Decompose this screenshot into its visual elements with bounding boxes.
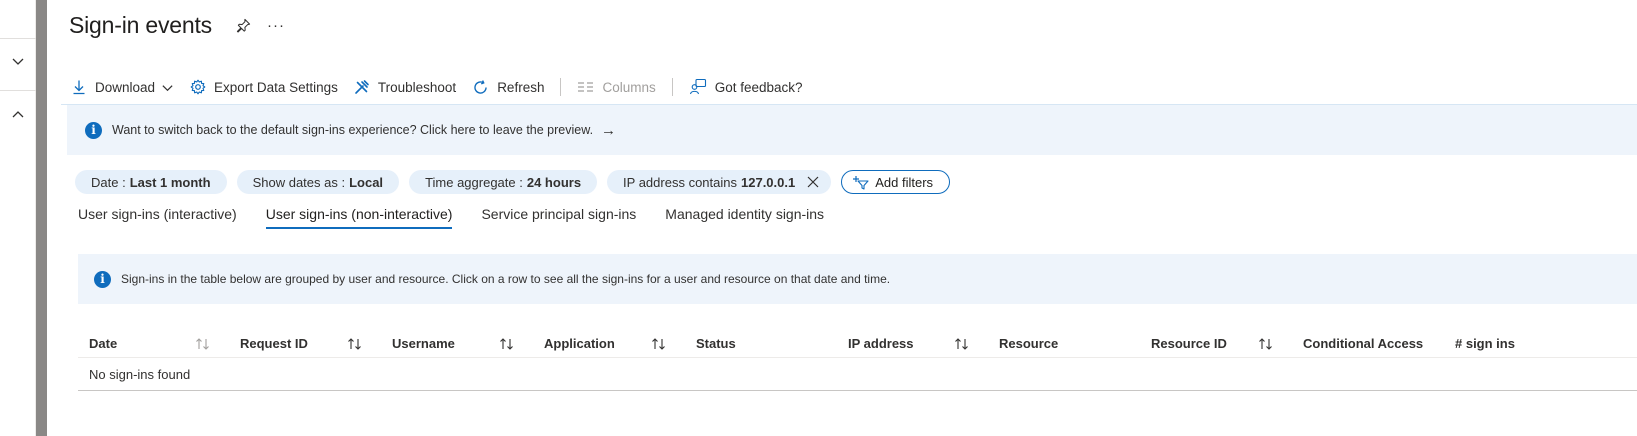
sort-arrows-icon[interactable] <box>651 337 667 351</box>
filter-pill-date[interactable]: Date : Last 1 month <box>75 170 227 194</box>
feedback-person-icon <box>689 78 706 95</box>
sort-arrows-icon[interactable] <box>1258 337 1274 351</box>
preview-banner-text: Want to switch back to the default sign-… <box>112 123 594 137</box>
column-label: Resource <box>999 336 1059 351</box>
grouping-info-banner: i Sign-ins in the table below are groupe… <box>78 254 1637 304</box>
empty-state-text: No sign-ins found <box>89 366 191 382</box>
chevron-down-icon <box>162 84 173 91</box>
filter-label: Time aggregate : <box>425 174 523 190</box>
column-label: IP address <box>848 336 914 351</box>
column-header-application[interactable]: Application <box>533 330 685 358</box>
remove-filter-close-icon[interactable] <box>807 176 819 188</box>
refresh-button[interactable]: Refresh <box>472 72 544 102</box>
column-header-username[interactable]: Username <box>381 330 533 358</box>
add-filter-icon <box>853 175 869 190</box>
rail-divider <box>0 38 36 39</box>
filter-value: Local <box>349 174 384 190</box>
feedback-label: Got feedback? <box>714 79 803 95</box>
filter-value: Last 1 month <box>129 174 211 190</box>
download-button[interactable]: Download <box>71 72 174 102</box>
columns-icon <box>578 82 594 92</box>
sort-arrows-icon[interactable] <box>195 337 211 351</box>
add-filters-label: Add filters <box>875 174 934 190</box>
arrow-right-icon: → <box>601 121 617 139</box>
filter-pill-time-aggregate[interactable]: Time aggregate : 24 hours <box>409 170 598 194</box>
main-content: Sign-in events ··· Download Export Data … <box>47 0 1637 436</box>
title-row: Sign-in events ··· <box>69 12 286 39</box>
sort-arrows-icon[interactable] <box>347 337 363 351</box>
download-icon <box>73 80 85 95</box>
filter-value: 24 hours <box>526 174 582 190</box>
refresh-label: Refresh <box>497 79 545 95</box>
toolbar-separator <box>560 78 562 96</box>
sign-ins-table: Date Request ID Username Application Sta… <box>78 330 1637 391</box>
column-header-request-id[interactable]: Request ID <box>229 330 381 358</box>
column-header-sign-in-count[interactable]: # sign ins <box>1444 330 1564 358</box>
page-title: Sign-in events <box>69 12 212 38</box>
column-label: Application <box>544 336 615 351</box>
export-label: Export Data Settings <box>214 79 338 95</box>
filter-label: IP address contains <box>623 174 737 190</box>
column-label: # sign ins <box>1455 336 1515 351</box>
columns-label: Columns <box>602 79 656 95</box>
refresh-icon <box>474 79 487 94</box>
column-label: Status <box>696 336 736 351</box>
export-data-settings-button[interactable]: Export Data Settings <box>190 72 338 102</box>
vertical-scrollbar[interactable] <box>36 0 47 436</box>
filter-label: Show dates as : <box>252 174 346 190</box>
left-rail <box>0 0 36 436</box>
expand-chevron-down-icon[interactable] <box>5 48 31 74</box>
more-options-icon[interactable]: ··· <box>266 16 286 36</box>
tab-service-principal[interactable]: Service principal sign-ins <box>481 206 636 229</box>
column-label: Resource ID <box>1151 336 1227 351</box>
grouping-banner-text: Sign-ins in the table below are grouped … <box>121 272 891 286</box>
filter-pill-ip-address[interactable]: IP address contains 127.0.0.1 <box>607 170 832 194</box>
tab-user-interactive[interactable]: User sign-ins (interactive) <box>78 206 237 229</box>
column-header-resource-id[interactable]: Resource ID <box>1140 330 1292 358</box>
gear-icon <box>190 79 206 95</box>
table-header: Date Request ID Username Application Sta… <box>78 330 1637 358</box>
sort-arrows-icon[interactable] <box>499 337 515 351</box>
column-label: Request ID <box>240 336 308 351</box>
sort-arrows-icon[interactable] <box>954 337 970 351</box>
toolbar-separator <box>671 78 673 96</box>
command-bar: Download Export Data Settings Troublesho… <box>71 72 819 102</box>
sign-in-type-tabs: User sign-ins (interactive) User sign-in… <box>78 206 853 229</box>
add-filters-button[interactable]: Add filters <box>841 170 951 194</box>
download-label: Download <box>95 79 156 95</box>
info-icon: i <box>94 270 111 288</box>
filter-value: 127.0.0.1 <box>741 174 796 190</box>
empty-state-row: No sign-ins found <box>78 358 1637 391</box>
column-header-resource[interactable]: Resource <box>988 330 1140 358</box>
troubleshoot-label: Troubleshoot <box>377 79 457 95</box>
filter-pill-show-dates[interactable]: Show dates as : Local <box>236 170 400 194</box>
rail-divider <box>0 90 36 91</box>
tab-managed-identity[interactable]: Managed identity sign-ins <box>665 206 824 229</box>
column-label: Date <box>89 336 118 351</box>
column-header-date[interactable]: Date <box>78 330 229 358</box>
filter-label: Date : <box>91 174 126 190</box>
collapse-chevron-up-icon[interactable] <box>5 102 31 128</box>
column-header-status[interactable]: Status <box>685 330 837 358</box>
troubleshoot-button[interactable]: Troubleshoot <box>354 72 456 102</box>
pin-icon[interactable] <box>234 16 254 36</box>
info-icon: i <box>85 121 102 139</box>
column-header-conditional-access[interactable]: Conditional Access <box>1292 330 1444 358</box>
preview-info-banner[interactable]: i Want to switch back to the default sig… <box>67 105 1637 155</box>
columns-button[interactable]: Columns <box>577 72 656 102</box>
filter-bar: Date : Last 1 month Show dates as : Loca… <box>75 170 951 194</box>
column-label: Conditional Access <box>1303 336 1424 351</box>
wrench-icon <box>355 80 369 94</box>
column-header-ip-address[interactable]: IP address <box>837 330 988 358</box>
tab-user-non-interactive[interactable]: User sign-ins (non-interactive) <box>265 206 452 229</box>
feedback-button[interactable]: Got feedback? <box>689 72 803 102</box>
column-label: Username <box>392 336 455 351</box>
